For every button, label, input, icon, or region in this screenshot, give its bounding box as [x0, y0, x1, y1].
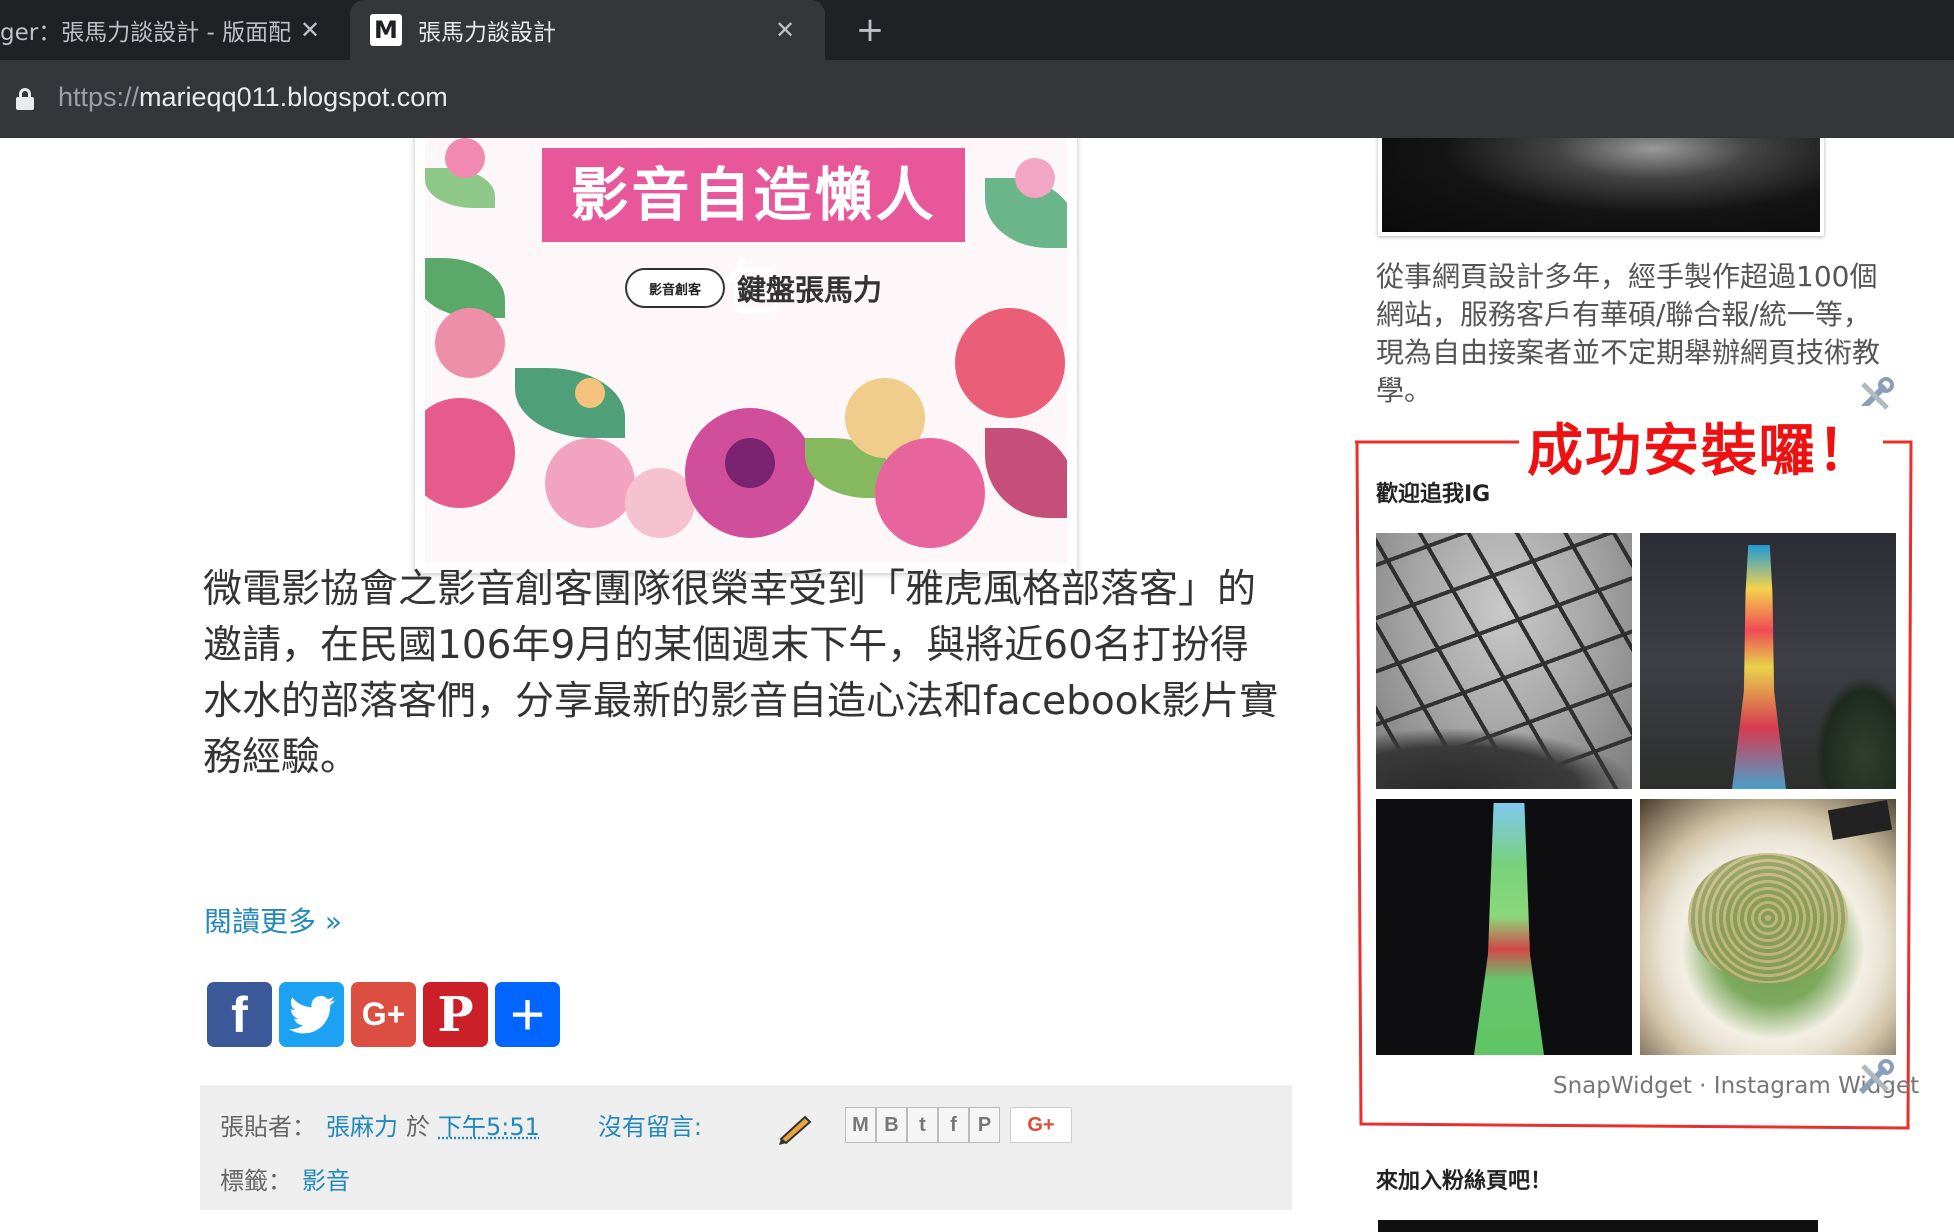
profile-photo: [1378, 138, 1824, 236]
blogger-share-button[interactable]: B: [876, 1107, 907, 1143]
close-icon[interactable]: ✕: [292, 16, 328, 44]
url-text[interactable]: https://marieqq011.blogspot.com: [58, 82, 448, 113]
edit-widget-icon[interactable]: [1855, 1058, 1895, 1098]
close-icon[interactable]: ✕: [767, 16, 803, 44]
facebook-mini-share-button[interactable]: f: [938, 1107, 969, 1143]
post-footer: 張貼者： 張麻力 於 下午5:51 沒有留言: M B t f P G+ 標籤：…: [200, 1085, 1292, 1210]
ig-widget-title: 歡迎追我IG: [1376, 482, 1491, 507]
pinterest-share-button[interactable]: P: [423, 982, 488, 1047]
read-more-link[interactable]: 閱讀更多 »: [204, 900, 342, 940]
at-label: 於: [406, 1113, 430, 1141]
tab-bar: ger：張馬力談設計 - 版面配 ✕ M 張馬力談設計 ✕ +: [0, 0, 1954, 60]
about-text: 從事網頁設計多年，經手製作超過100個網站，服務客戶有華碩/聯合報/統一等，現為…: [1376, 260, 1881, 407]
author-link[interactable]: 張麻力: [326, 1107, 398, 1142]
fan-page-title: 來加入粉絲頁吧！: [1376, 1169, 1553, 1194]
tab-title: ger：張馬力談設計 - 版面配: [0, 20, 292, 46]
mini-share-buttons: M B t f P G+: [845, 1107, 1072, 1143]
page-content: 影音自造懶人包 影音創客 鍵盤張馬力 微電影協會之影音創客團隊很榮幸受到「雅虎風…: [0, 138, 1954, 1232]
tab-blogger-layout[interactable]: ger：張馬力談設計 - 版面配 ✕: [0, 0, 350, 60]
twitter-share-button[interactable]: [279, 982, 344, 1047]
facebook-share-button[interactable]: f: [207, 982, 272, 1047]
ig-photo[interactable]: [1376, 799, 1632, 1055]
post-banner-image[interactable]: 影音自造懶人包 影音創客 鍵盤張馬力: [415, 138, 1077, 573]
twitter-bird-icon: [288, 995, 335, 1033]
tab-title: 張馬力談設計: [418, 20, 556, 46]
url-scheme: https://: [58, 82, 140, 112]
banner-brand: 鍵盤張馬力: [737, 273, 883, 307]
twitter-mini-share-button[interactable]: t: [907, 1107, 938, 1143]
google-plus-one-button[interactable]: G+: [1010, 1107, 1072, 1143]
edit-pencil-icon[interactable]: [775, 1111, 815, 1145]
more-share-button[interactable]: +: [495, 981, 560, 1048]
ig-photo-grid: [1376, 533, 1896, 1055]
lock-icon[interactable]: [16, 88, 34, 110]
ig-photo[interactable]: [1376, 533, 1632, 789]
success-annotation: 成功安裝囉！: [1519, 406, 1883, 487]
fan-page-widget: [1378, 1220, 1818, 1232]
google-plus-share-button[interactable]: G+: [351, 982, 416, 1047]
labels-label: 標籤：: [220, 1167, 292, 1195]
medium-favicon-icon: M: [370, 14, 402, 46]
comments-link[interactable]: 沒有留言:: [598, 1107, 702, 1142]
ig-photo[interactable]: [1640, 533, 1896, 789]
ig-photo[interactable]: [1640, 799, 1896, 1055]
share-buttons: f G+ P +: [207, 981, 560, 1048]
tab-current-blog[interactable]: M 張馬力談設計 ✕: [350, 0, 825, 60]
address-bar[interactable]: https://marieqq011.blogspot.com: [0, 60, 1954, 138]
banner-logo: 影音創客 鍵盤張馬力: [625, 263, 945, 313]
new-tab-button[interactable]: +: [850, 10, 890, 50]
post-body: 微電影協會之影音創客團隊很榮幸受到「雅虎風格部落客」的邀請，在民國106年9月的…: [203, 567, 1279, 780]
email-share-button[interactable]: M: [845, 1107, 876, 1143]
banner-title: 影音自造懶人包: [542, 148, 965, 323]
post-time-link[interactable]: 下午5:51: [438, 1107, 540, 1142]
video-maker-logo: 影音創客: [625, 268, 725, 308]
label-link[interactable]: 影音: [302, 1161, 350, 1196]
posted-by-label: 張貼者：: [220, 1113, 316, 1141]
url-host: marieqq011.blogspot.com: [139, 82, 448, 112]
pinterest-mini-share-button[interactable]: P: [969, 1107, 1000, 1143]
